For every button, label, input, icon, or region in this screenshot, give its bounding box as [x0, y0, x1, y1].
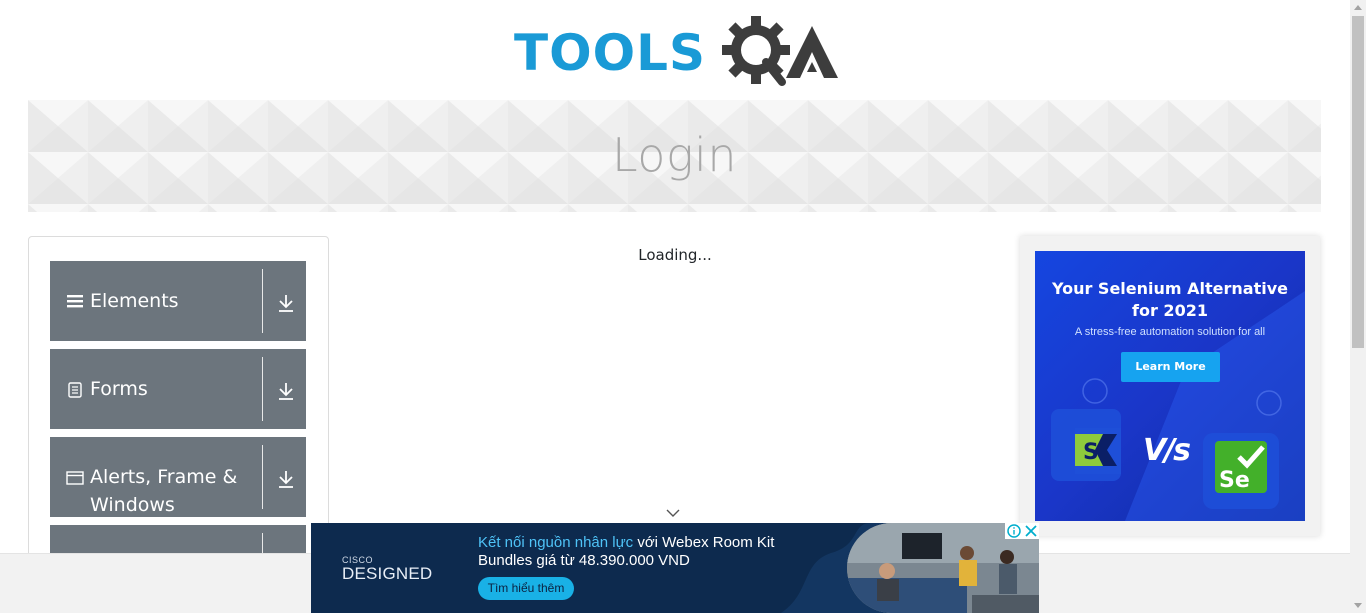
right-advertisement[interactable]: Your Selenium Alternative for 2021 A str… [1035, 251, 1305, 521]
download-arrow-icon[interactable] [277, 293, 295, 313]
ad-subline: Bundles giá từ 48.390.000 VND [478, 552, 690, 569]
divider [262, 445, 263, 509]
katalon-logo-icon: S [1075, 428, 1121, 474]
selenium-logo-icon: Se [1215, 441, 1267, 493]
chevron-down-icon[interactable] [666, 508, 680, 518]
menu-lines-icon [67, 295, 83, 308]
scrollbar-thumb[interactable] [1352, 16, 1364, 348]
ad-title-line-1: Your Selenium Alternative [1051, 279, 1289, 298]
download-arrow-icon[interactable] [277, 381, 295, 401]
ad-headline-highlight: Kết nối nguồn nhân lực [478, 534, 634, 551]
page-title: Login [611, 128, 737, 182]
bottom-advertisement[interactable]: CISCO DESIGNED Kết nối nguồn nhân lực vớ… [311, 523, 1039, 613]
page-banner: Login [28, 100, 1321, 212]
ad-title: Your Selenium Alternative for 2021 [1035, 278, 1305, 322]
learn-more-button[interactable]: Learn More [1121, 352, 1220, 382]
ad-headline: Kết nối nguồn nhân lực với Webex Room Ki… [478, 533, 774, 552]
toolsqa-logo[interactable]: TOOLS [514, 14, 840, 92]
learn-more-vn-button[interactable]: Tìm hiểu thêm [478, 577, 574, 600]
ad-headline-rest: với Webex Room Kit [633, 534, 775, 551]
ad-title-line-2: for 2021 [1132, 301, 1208, 320]
left-nav-panel: Elements Forms Alerts, Frame & Windows [28, 236, 329, 566]
nav-group-label: Alerts, Frame & Windows [90, 466, 238, 516]
scroll-up-arrow-icon[interactable] [1350, 0, 1366, 16]
close-icon[interactable] [1024, 524, 1038, 538]
right-ad-container: Your Selenium Alternative for 2021 A str… [1020, 236, 1320, 536]
logo-letter-a-icon [786, 26, 838, 78]
katalon-letter: S [1083, 440, 1099, 465]
designed-brand: DESIGNED [342, 564, 433, 583]
download-arrow-icon[interactable] [277, 469, 295, 489]
divider [262, 269, 263, 333]
nav-group-alerts-frame-windows[interactable]: Alerts, Frame & Windows [50, 437, 306, 517]
nav-group-elements[interactable]: Elements [50, 261, 306, 341]
window-icon [66, 471, 84, 485]
scroll-down-arrow-icon[interactable] [1350, 597, 1366, 613]
document-icon [68, 382, 82, 398]
nav-group-label: Elements [90, 290, 179, 312]
selenium-letters: Se [1219, 468, 1250, 493]
nav-group-label: Forms [90, 378, 148, 400]
logo-text: TOOLS [514, 24, 706, 82]
ad-controls [1005, 523, 1039, 539]
versus-text: V/s [1143, 433, 1191, 468]
nav-group-forms[interactable]: Forms [50, 349, 306, 429]
ad-subtitle: A stress-free automation solution for al… [1074, 326, 1266, 338]
divider [262, 357, 263, 421]
page: TOOLS Login Elements Forms Alerts, Frame… [0, 0, 1366, 613]
